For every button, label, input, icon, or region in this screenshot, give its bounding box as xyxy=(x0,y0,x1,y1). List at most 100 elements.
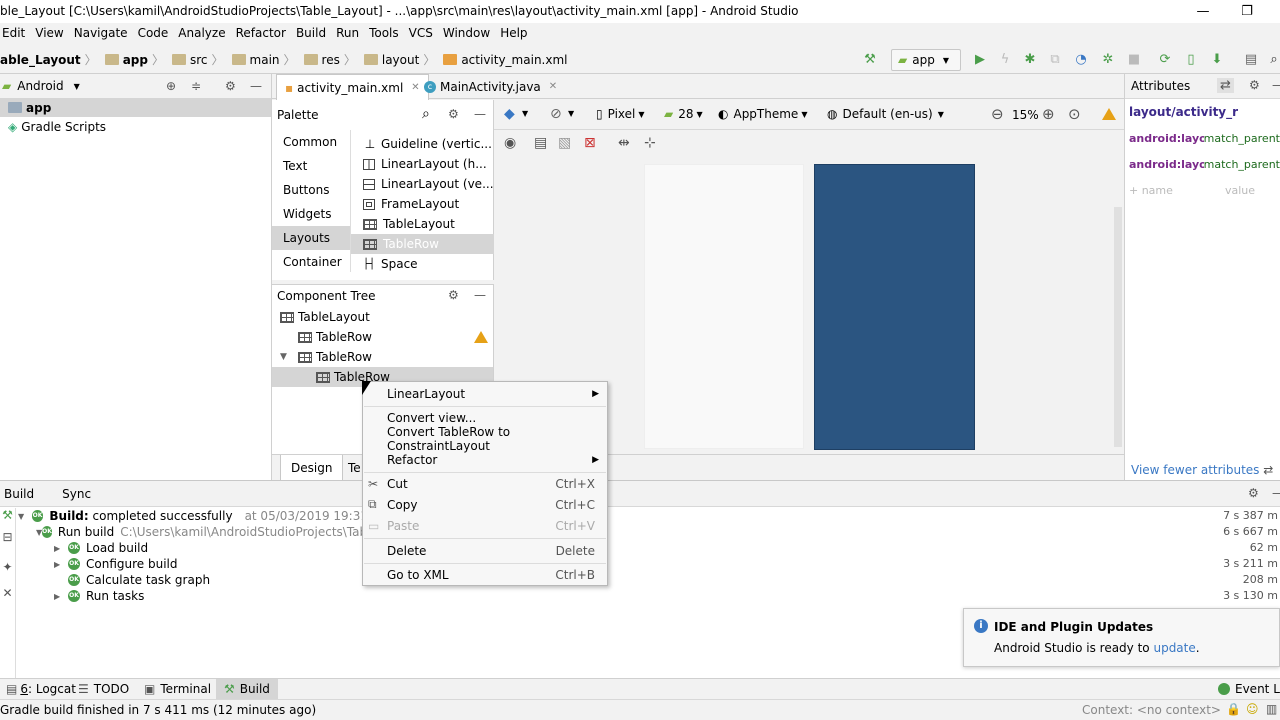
api-select[interactable]: ▰ 28 ▼ xyxy=(664,107,703,121)
tab-todo[interactable]: ☰ TODO xyxy=(72,679,135,699)
search-icon[interactable]: ⌕ xyxy=(422,106,430,122)
align-icon[interactable]: ⊹ xyxy=(644,135,656,151)
palette-category[interactable]: Text xyxy=(272,154,350,178)
margin-icon[interactable]: ⇹ xyxy=(618,135,630,151)
expand-arrow-icon[interactable]: ▼ xyxy=(280,352,298,362)
locale-select[interactable]: ◍ Default (en-us) ▼ xyxy=(827,107,944,121)
apply-changes-icon[interactable]: ϟ xyxy=(997,52,1013,68)
tree-item-tablerow[interactable]: TableRow xyxy=(272,327,493,347)
stop-icon[interactable]: ■ xyxy=(1126,52,1142,68)
expand-arrow-icon[interactable]: ▶ xyxy=(54,560,68,569)
menu-item-cut[interactable]: ✂ Cut Ctrl+X xyxy=(363,473,607,494)
close-icon[interactable]: ✕ xyxy=(549,81,557,92)
palette-item[interactable]: FrameLayout xyxy=(351,194,494,214)
collapse-icon[interactable]: ≑ xyxy=(191,79,201,93)
autoconnect-icon[interactable]: ▧ xyxy=(558,135,571,151)
gear-icon[interactable]: ⚙ xyxy=(448,288,459,302)
sync-gradle-icon[interactable]: ⟳ xyxy=(1157,52,1173,68)
menu-navigate[interactable]: Navigate xyxy=(69,23,133,44)
profile-icon[interactable]: ◔ xyxy=(1073,52,1089,68)
breadcrumb-src[interactable]: src 〉 xyxy=(171,46,228,74)
theme-select[interactable]: ◐ AppTheme ▼ xyxy=(718,107,807,121)
palette-category-selected[interactable]: Layouts xyxy=(272,226,350,250)
tab-logcat[interactable]: ▤ 6: Logcat xyxy=(0,679,82,699)
avd-manager-icon[interactable]: ▯ xyxy=(1183,52,1199,68)
blueprint-preview[interactable] xyxy=(814,164,975,450)
tab-main-activity[interactable]: c MainActivity.java ✕ xyxy=(416,74,565,99)
build-task-row[interactable]: ▶ OK Load build xyxy=(18,540,368,556)
attribute-row[interactable]: android:layout_ match_parent xyxy=(1125,125,1280,151)
palette-category[interactable]: Widgets xyxy=(272,202,350,226)
tab-design[interactable]: Design xyxy=(280,455,344,481)
menu-code[interactable]: Code xyxy=(133,23,174,44)
menu-edit[interactable]: Edit xyxy=(0,23,30,44)
tab-build[interactable]: ⚒ Build xyxy=(216,679,278,699)
tab-activity-main[interactable]: ▪ activity_main.xml ✕ xyxy=(276,74,429,100)
build-run-row[interactable]: ▼ OK Run build C:\Users\kamil\AndroidStu… xyxy=(18,524,378,540)
menu-item-paste[interactable]: ▭ Paste Ctrl+V xyxy=(363,515,607,536)
close-icon[interactable]: ✕ xyxy=(0,586,15,612)
tree-item-gradle-scripts[interactable]: ◈ Gradle Scripts xyxy=(0,117,271,136)
filter-icon[interactable]: ⊟ xyxy=(0,530,15,560)
menu-window[interactable]: Window xyxy=(438,23,495,44)
tree-item-tablelayout[interactable]: TableLayout xyxy=(272,307,493,327)
tab-terminal[interactable]: ▣ Terminal xyxy=(138,679,217,699)
attribute-row[interactable]: android:layout_ match_parent xyxy=(1125,151,1280,177)
gear-icon[interactable]: ⚙ xyxy=(225,79,236,93)
event-log-tab[interactable]: Event Lo xyxy=(1218,679,1280,699)
menu-item-go-to-xml[interactable]: Go to XML Ctrl+B xyxy=(363,564,607,585)
canvas-scrollbar[interactable] xyxy=(1114,207,1122,447)
menu-build[interactable]: Build xyxy=(291,23,331,44)
view-fewer-attributes-link[interactable]: View fewer attributes ⇄ xyxy=(1131,463,1273,477)
run-config-select[interactable]: ▰ app ▼ xyxy=(891,49,961,71)
layers-icon[interactable]: ◆ xyxy=(504,106,515,122)
palette-category[interactable]: Container xyxy=(272,250,350,274)
breadcrumb-file[interactable]: activity_main.xml xyxy=(443,46,567,74)
blueprint-icon[interactable]: ▤ xyxy=(534,135,547,151)
build-task-row[interactable]: OK Calculate task graph xyxy=(18,572,368,588)
menu-run[interactable]: Run xyxy=(331,23,364,44)
menu-view[interactable]: View xyxy=(30,23,68,44)
expand-arrow-icon[interactable]: ▶ xyxy=(54,592,68,601)
smile-icon[interactable]: ☺ xyxy=(1246,702,1259,716)
chevron-down-icon[interactable]: ▼ xyxy=(522,109,528,118)
chevron-down-icon[interactable]: ▼ xyxy=(568,109,574,118)
tree-item-tablerow[interactable]: ▼ TableRow xyxy=(272,347,493,367)
new-attribute-row[interactable]: + name value xyxy=(1125,177,1280,203)
breadcrumb-project[interactable]: able_Layout 〉 xyxy=(0,46,101,74)
locate-icon[interactable]: ⊕ xyxy=(166,79,176,93)
attribute-name-field[interactable]: + name xyxy=(1129,184,1225,197)
update-link[interactable]: update xyxy=(1153,641,1195,655)
update-notification[interactable]: i IDE and Plugin Updates Android Studio … xyxy=(963,608,1280,667)
eye-icon[interactable]: ◉ xyxy=(504,135,516,151)
pin-icon[interactable]: ✦ xyxy=(0,560,15,586)
menu-item-refactor[interactable]: Refactor ▶ xyxy=(363,449,607,470)
memory-icon[interactable]: ▥ xyxy=(1266,702,1277,716)
gear-icon[interactable]: ⚙ xyxy=(448,107,459,121)
zoom-out-icon[interactable]: ⊖ xyxy=(991,105,1004,123)
attach-debugger-icon[interactable]: ⧉ xyxy=(1047,52,1063,68)
clear-constraints-icon[interactable]: ⊠ xyxy=(584,135,596,151)
project-structure-icon[interactable]: ▤ xyxy=(1243,52,1259,68)
hide-icon[interactable]: — xyxy=(250,79,262,93)
gear-icon[interactable]: ⚙ xyxy=(1248,486,1259,500)
zoom-in-icon[interactable]: ⊕ xyxy=(1042,105,1055,123)
menu-item-linearlayout[interactable]: LinearLayout ▶ xyxy=(363,383,607,404)
tab-build-output[interactable]: Build xyxy=(4,487,34,501)
menu-refactor[interactable]: Refactor xyxy=(231,23,291,44)
build-task-row[interactable]: ▶ OK Configure build xyxy=(18,556,368,572)
hide-icon[interactable]: — xyxy=(474,107,486,121)
attribute-value-field[interactable]: value xyxy=(1225,184,1255,197)
attach-process-icon[interactable]: ✲ xyxy=(1100,52,1116,68)
chevron-down-icon[interactable]: ▼ xyxy=(74,82,80,91)
menu-item-delete[interactable]: Delete Delete xyxy=(363,540,607,561)
expand-arrow-icon[interactable]: ▼ xyxy=(18,512,32,521)
palette-item-selected[interactable]: TableRow xyxy=(351,234,494,254)
swap-view-icon[interactable]: ⇄ xyxy=(1217,78,1234,93)
build-task-row[interactable]: ▶ OK Run tasks xyxy=(18,588,368,604)
design-preview[interactable] xyxy=(644,164,804,449)
breadcrumb-app[interactable]: app 〉 xyxy=(104,46,168,74)
project-view-select[interactable]: Android xyxy=(17,79,63,93)
palette-item[interactable]: TableLayout xyxy=(351,214,494,234)
palette-item[interactable]: ├┤ Space xyxy=(351,254,494,274)
